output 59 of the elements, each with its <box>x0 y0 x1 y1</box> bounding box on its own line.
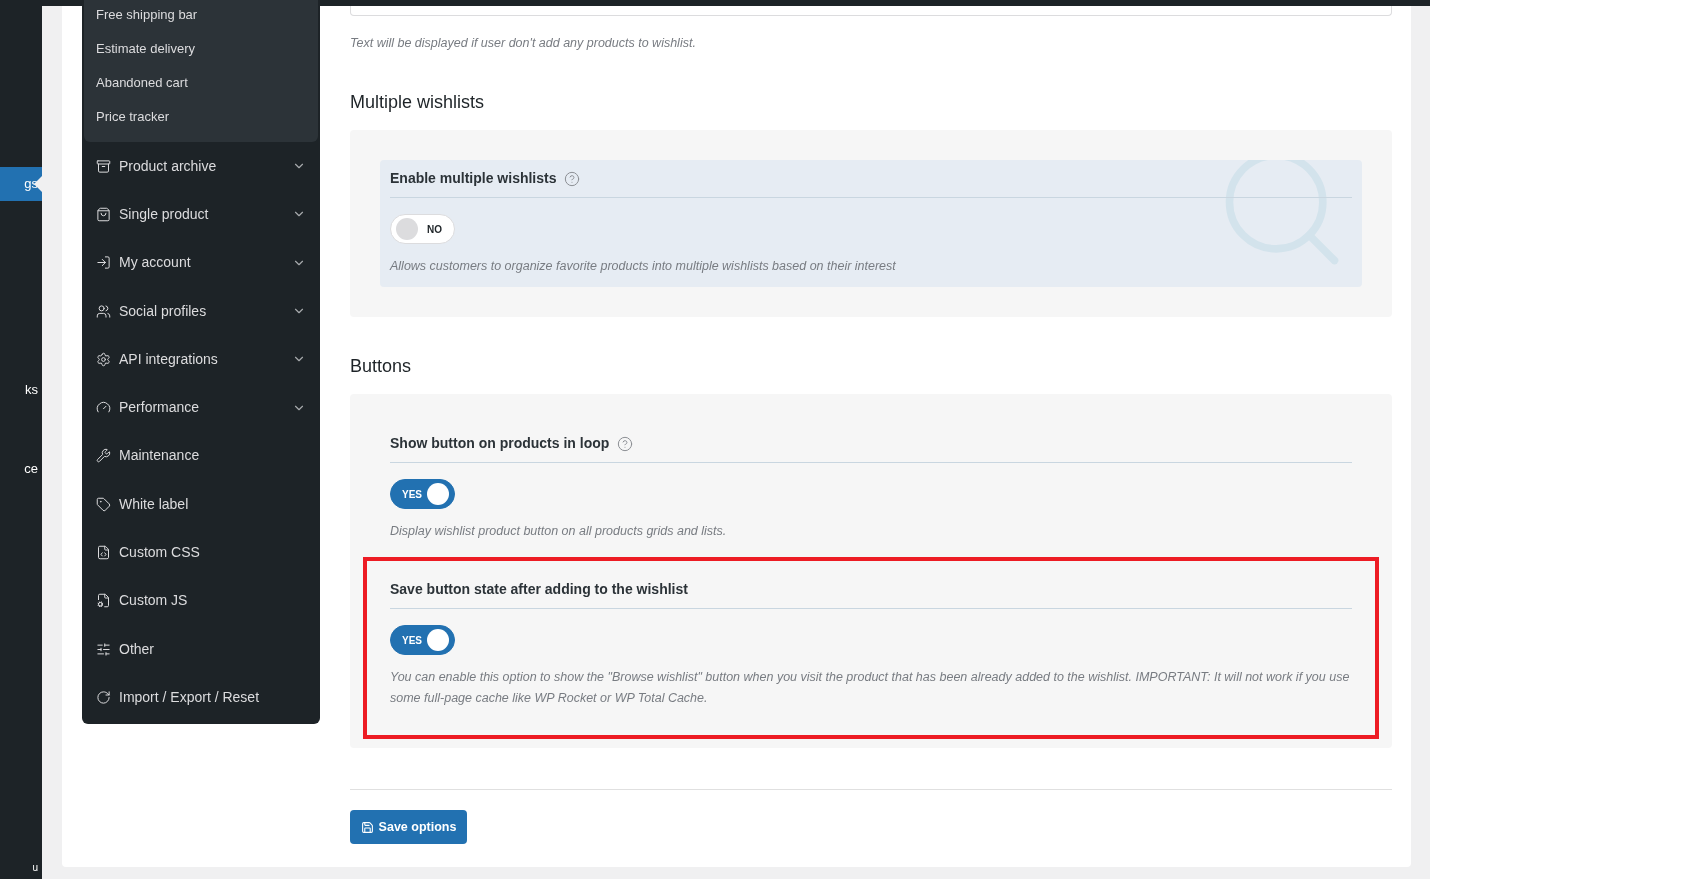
sidebar-item[interactable]: Custom JS <box>82 576 320 625</box>
save-icon <box>360 820 374 834</box>
sidebar-item[interactable]: Import / Export / Reset <box>82 673 320 722</box>
text-area[interactable] <box>350 6 1392 16</box>
setting-label: Save button state after adding to the wishlist <box>390 581 688 598</box>
sidebar-label: White label <box>119 494 190 514</box>
sliders-icon <box>96 641 111 657</box>
sidebar-label: My account <box>119 253 192 273</box>
sidebar-item[interactable]: Performance <box>82 383 320 432</box>
login-icon <box>96 255 111 271</box>
section-heading: Buttons <box>350 355 413 378</box>
sidebar-item[interactable]: Single product <box>82 190 320 239</box>
sidebar-label: Social profiles <box>119 301 208 321</box>
section-heading: Multiple wishlists <box>350 91 486 114</box>
wrench-icon <box>96 448 111 464</box>
setting-label: Enable multiple wishlists <box>390 170 557 187</box>
sidebar-item[interactable]: White label <box>82 480 320 529</box>
sidebar-item[interactable]: My account <box>82 238 320 287</box>
sidebar-label: Product archive <box>119 156 218 176</box>
sidebar-label: Custom CSS <box>119 543 201 562</box>
file-gear-icon <box>96 593 111 609</box>
sidebar-label: Custom JS <box>119 591 189 611</box>
admin-menu-item[interactable]: u <box>0 857 42 877</box>
sidebar-label: Other <box>119 639 155 659</box>
sidebar-label: Single product <box>119 204 210 224</box>
bag-icon <box>96 206 111 222</box>
sidebar-label: Maintenance <box>119 446 201 466</box>
toggle-switch[interactable]: YES <box>390 479 455 509</box>
refresh-icon <box>96 689 111 705</box>
submenu-item[interactable]: Estimate delivery <box>84 32 318 66</box>
setting-description: Display wishlist product button on all products grids and lists. <box>390 523 728 540</box>
submenu-item[interactable]: Free shipping bar <box>84 0 318 32</box>
sidebar-label: API integrations <box>119 349 219 369</box>
gear-icon <box>96 351 111 367</box>
toggle-switch[interactable]: YES <box>390 625 455 655</box>
archive-icon <box>96 158 111 174</box>
sidebar-item[interactable]: Product archive <box>82 142 320 191</box>
sidebar-item[interactable]: Social profiles <box>82 286 320 336</box>
help-icon[interactable] <box>564 170 581 187</box>
sidebar-label: Performance <box>119 398 201 418</box>
sidebar-item[interactable]: Other <box>82 624 320 674</box>
submenu-item[interactable]: Abandoned cart <box>84 66 318 100</box>
setting-description: You can enable this option to show the "Browse wishlist" button when you visit the product that has been already added to the wishlist. IMPORTANT: It will not work if you use some full-page cache like WP Rocket or WP Total Cache. <box>390 669 1351 707</box>
help-icon[interactable] <box>617 435 634 452</box>
sidebar-label: Import / Export / Reset <box>119 687 261 707</box>
submenu-item[interactable]: Price tracker <box>84 100 318 134</box>
toggle-switch[interactable]: NO <box>390 214 455 244</box>
sidebar-item[interactable]: API integrations <box>82 335 320 384</box>
admin-menu-item[interactable]: ks <box>0 380 42 400</box>
save-button[interactable]: Save options <box>350 810 467 844</box>
setting-label: Show button on products in loop <box>390 435 610 452</box>
users-icon <box>96 303 111 319</box>
tag-icon <box>96 496 111 512</box>
sidebar-item[interactable]: Maintenance <box>82 431 320 481</box>
sidebar-item[interactable]: Custom CSS <box>82 528 320 577</box>
field-hint: Text will be displayed if user don't add any products to wishlist. <box>350 35 697 52</box>
setting-description: Allows customers to organize favorite products into multiple wishlists based on their interest <box>390 258 897 275</box>
file-code-icon <box>96 545 111 560</box>
admin-menu-item[interactable]: ce <box>0 459 42 479</box>
